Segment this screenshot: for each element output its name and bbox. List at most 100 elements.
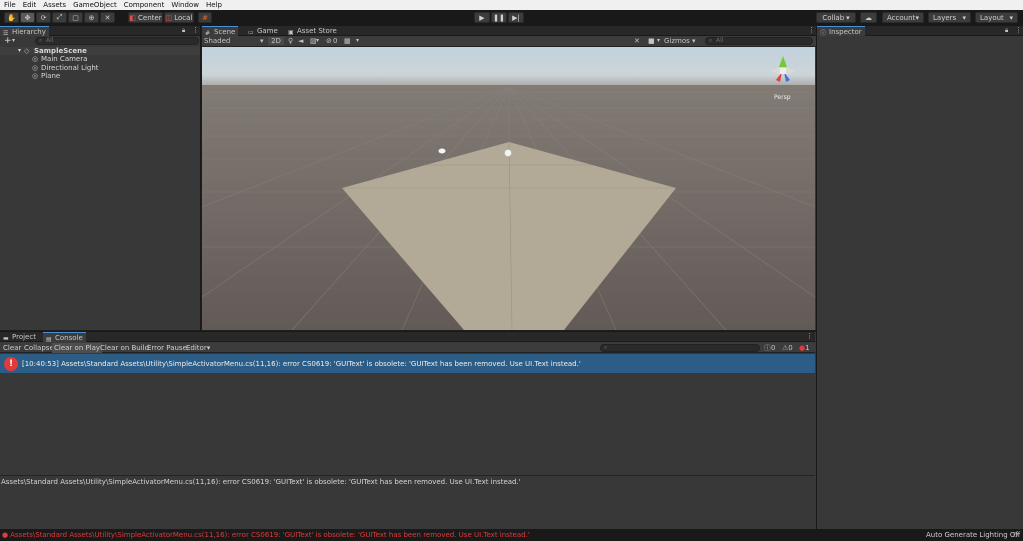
console-search-input[interactable]: ⌕ <box>600 344 760 352</box>
chevron-down-icon[interactable]: ▾ <box>18 47 21 55</box>
lock-icon[interactable]: 🔒︎ <box>1005 27 1008 35</box>
menu-component[interactable]: Component <box>124 0 165 10</box>
error-pause-toggle[interactable]: Error Pause <box>145 343 189 353</box>
menu-assets[interactable]: Assets <box>43 0 66 10</box>
neg-x-axis-cone[interactable] <box>770 67 780 75</box>
hidden-count: 0 <box>333 37 338 45</box>
play-button[interactable]: ▶ <box>474 12 490 23</box>
menu-gameobject[interactable]: GameObject <box>73 0 117 10</box>
center-cube[interactable] <box>780 68 786 74</box>
error-count-toggle[interactable]: ●1 <box>799 343 810 353</box>
list-item-label: Plane <box>41 72 61 80</box>
play-icon: ▶ <box>479 13 485 22</box>
auto-lighting-status[interactable]: Auto Generate Lighting Off <box>926 531 1020 539</box>
clear-on-build-toggle[interactable]: Clear on Build <box>98 343 151 353</box>
account-dropdown[interactable]: Account ▾ <box>882 12 924 23</box>
shading-dropdown[interactable]: Shaded ▾ <box>203 37 267 45</box>
persp-label[interactable]: Persp <box>774 94 791 101</box>
tab-hierarchy[interactable]: ☰ Hierarchy <box>0 26 49 37</box>
info-log-icon: ⓘ <box>764 344 771 352</box>
chevron-down-icon[interactable]: ▾ <box>316 37 319 45</box>
more-menu-icon[interactable]: ⋮ <box>808 26 815 34</box>
more-menu-icon[interactable]: ⋮ <box>806 332 813 340</box>
menu-file[interactable]: File <box>4 0 16 10</box>
menu-help[interactable]: Help <box>206 0 222 10</box>
chevron-down-icon[interactable]: ▾ <box>12 37 15 44</box>
clear-button[interactable]: Clear <box>1 343 23 353</box>
status-message[interactable]: Assets\Standard Assets\Utility\SimpleAct… <box>10 531 530 539</box>
2d-toggle[interactable]: 2D <box>268 37 284 45</box>
chevron-down-icon[interactable]: ▾ <box>356 37 359 45</box>
transform-tool-icon[interactable]: ⊕ <box>84 12 99 23</box>
lighting-icon[interactable]: ◔ <box>1013 531 1018 538</box>
hierarchy-panel: ☰ Hierarchy 🔒︎ ⋮ + ▾ ⌕ All ▾ ◇ SampleScene… <box>0 26 201 330</box>
search-placeholder: All <box>716 37 724 44</box>
console-detail-text: Assets\Standard Assets\Utility\SimpleAct… <box>1 478 521 486</box>
camera-icon[interactable]: ■ <box>648 37 655 45</box>
custom-tool-icon[interactable]: ✕ <box>100 12 115 23</box>
light-gizmo[interactable] <box>504 149 512 157</box>
pause-button[interactable]: ❚❚ <box>491 12 507 23</box>
tab-project[interactable]: ▬ Project <box>0 332 39 342</box>
rotate-tool-icon[interactable]: ⟳ <box>36 12 51 23</box>
tools-icon[interactable]: ✕ <box>634 37 640 45</box>
error-icon: ● <box>2 531 9 539</box>
collapse-button[interactable]: Collapse <box>22 343 56 353</box>
log-count-toggle[interactable]: ⓘ0 <box>764 343 775 353</box>
error-count: 1 <box>805 344 810 352</box>
scene-canvas[interactable] <box>202 47 815 330</box>
tab-asset-store[interactable]: ▣ Asset Store <box>285 26 340 36</box>
space-toggle[interactable]: ◫ Local <box>164 12 194 23</box>
audio-icon[interactable]: ◄ <box>298 37 303 45</box>
search-placeholder: All <box>46 37 54 44</box>
scene-row[interactable]: ▾ ◇ SampleScene <box>0 47 200 55</box>
cloud-button[interactable]: ☁ <box>860 12 877 23</box>
tab-scene[interactable]: # Scene <box>202 26 239 37</box>
list-item-label: Main Camera <box>41 55 88 63</box>
unity-scene-icon: ◇ <box>24 47 30 55</box>
menu-edit[interactable]: Edit <box>23 0 37 10</box>
main-toolbar: ✋ ✥ ⟳ ⤢ ▢ ⊕ ✕ ◧ Center ◫ Local # ▶ ❚❚ ▶| C… <box>0 10 1023 26</box>
light-bulb-icon[interactable]: ♀ <box>288 37 293 45</box>
lock-icon[interactable]: 🔒︎ <box>182 27 185 35</box>
pivot-toggle[interactable]: ◧ Center <box>128 12 163 23</box>
more-menu-icon[interactable]: ⋮ <box>1015 26 1022 34</box>
hierarchy-search-input[interactable]: ⌕ All <box>35 37 199 45</box>
tab-game[interactable]: ▭ Game <box>245 26 281 36</box>
collab-dropdown[interactable]: Collab ▾ <box>816 12 856 23</box>
move-tool-icon[interactable]: ✥ <box>20 12 35 23</box>
scene-camera-icon[interactable]: ▦ <box>344 37 351 45</box>
menu-window[interactable]: Window <box>171 0 199 10</box>
chevron-down-icon: ▾ <box>1009 13 1013 22</box>
list-item[interactable]: ◎ Plane <box>0 72 200 80</box>
gizmos-dropdown[interactable]: Gizmos ▾ <box>664 37 704 45</box>
list-item[interactable]: ◎ Directional Light <box>0 64 200 72</box>
orientation-gizmo[interactable] <box>768 54 798 88</box>
layout-dropdown[interactable]: Layout ▾ <box>975 12 1018 23</box>
step-button[interactable]: ▶| <box>508 12 524 23</box>
x-axis-cone[interactable] <box>786 67 796 75</box>
console-entry-row[interactable]: ! [10:40:53] Assets\Standard Assets\Util… <box>0 354 815 373</box>
divider[interactable] <box>0 475 815 476</box>
chevron-down-icon[interactable]: ▾ <box>657 37 660 45</box>
warning-count-toggle[interactable]: ⚠0 <box>782 343 793 353</box>
inspector-panel: ⓘ Inspector 🔒︎ ⋮ <box>816 26 1023 529</box>
rect-tool-icon[interactable]: ▢ <box>68 12 83 23</box>
layout-label: Layout <box>980 13 1004 22</box>
list-item[interactable]: ◎ Main Camera <box>0 55 200 63</box>
tab-inspector[interactable]: ⓘ Inspector <box>817 26 865 37</box>
y-axis-cone[interactable] <box>779 56 787 67</box>
camera-gizmo[interactable] <box>438 148 446 154</box>
layers-dropdown[interactable]: Layers ▾ <box>928 12 971 23</box>
scene-search-input[interactable]: ⌕ All <box>705 37 813 45</box>
more-menu-icon[interactable]: ⋮ <box>192 26 199 34</box>
scale-tool-icon[interactable]: ⤢ <box>52 12 67 23</box>
create-button[interactable]: + <box>4 36 12 46</box>
scene-viewport[interactable]: Persp <box>202 47 815 330</box>
hand-tool-icon[interactable]: ✋ <box>4 12 19 23</box>
editor-dropdown[interactable]: Editor▾ <box>184 343 212 353</box>
tab-console[interactable]: ▤ Console <box>43 332 86 343</box>
hidden-objects-icon[interactable]: ⊘ <box>326 37 332 45</box>
clear-on-play-toggle[interactable]: Clear on Play <box>52 343 103 353</box>
grid-snap-button[interactable]: # <box>198 12 212 23</box>
